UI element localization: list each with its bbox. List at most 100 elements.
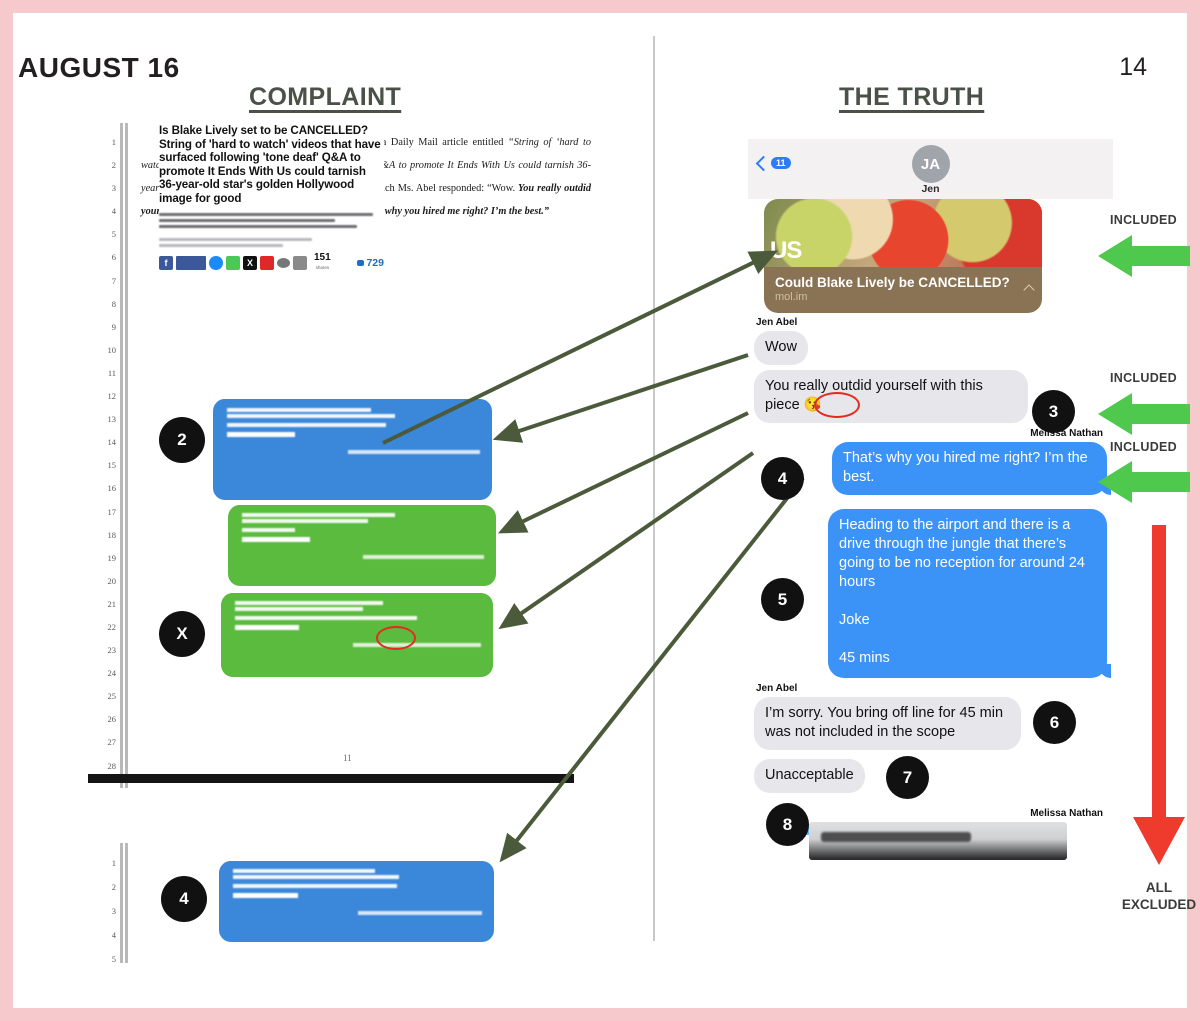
line-number: 24	[107, 668, 117, 679]
slide-number: 14	[1119, 53, 1147, 81]
x-twitter-icon[interactable]: X	[243, 255, 257, 270]
email-screenshot-green-2	[221, 593, 493, 677]
sender-label-jen-abel: Jen Abel	[756, 683, 798, 694]
included-label-2: INCLUDED	[1110, 371, 1177, 385]
line-number: 2	[111, 160, 116, 171]
line-number: 19	[107, 552, 117, 563]
photo-attachment[interactable]	[809, 822, 1067, 860]
line-number: 3	[111, 906, 116, 916]
contact-name: Jen	[921, 183, 940, 195]
article-headline: Is Blake Lively set to be CANCELLED? Str…	[159, 124, 381, 205]
link-preview-card[interactable]: US Could Blake Lively be CANCELLED? mol.…	[764, 199, 1042, 313]
marker-4-page2: 4	[161, 876, 207, 922]
marker-5: 5	[761, 578, 804, 621]
share-count-label: shares	[315, 264, 330, 270]
link-preview-domain: mol.im	[775, 291, 808, 303]
line-number: 18	[107, 529, 117, 540]
messenger-icon[interactable]	[209, 255, 223, 270]
excluded-label-line2: EXCLUDED	[1121, 897, 1197, 912]
daily-mail-article-clip: Is Blake Lively set to be CANCELLED? Str…	[159, 120, 384, 273]
excluded-label-line1: ALL	[1145, 880, 1173, 895]
comment-bubble-icon	[357, 259, 365, 266]
flipboard-icon[interactable]	[260, 255, 274, 270]
document-margin-rule	[125, 123, 128, 788]
message-text: 45 mins	[839, 650, 890, 666]
email-screenshot-green-1	[228, 505, 496, 586]
message-bubble: You really outdid yourself with this pie…	[754, 370, 1028, 423]
line-number: 25	[107, 691, 117, 702]
message-bubble: Wow	[754, 331, 808, 365]
document-margin-rule	[120, 123, 123, 788]
avatar[interactable]: JA	[911, 145, 950, 183]
message-bubble: Heading to the airport and there is a dr…	[828, 509, 1111, 678]
marker-4: 4	[761, 457, 804, 500]
excluded-label: ALL EXCLUDED	[1110, 879, 1200, 913]
included-arrow-2	[1098, 393, 1190, 435]
share-count-value: 151	[314, 251, 331, 263]
message-text: Heading to the airport and there is a dr…	[839, 517, 1085, 590]
unread-badge: 11	[771, 157, 791, 169]
marker-x: X	[159, 611, 205, 657]
line-number: 14	[107, 437, 117, 448]
share-count: 151 shares	[314, 251, 331, 273]
message-text: You really outdid yourself with this pie…	[765, 378, 983, 413]
whatsapp-icon[interactable]	[226, 255, 240, 270]
line-number: 5	[111, 229, 116, 240]
line-number: 4	[111, 206, 116, 217]
line-number: 27	[107, 737, 117, 748]
message-bubble: Unacceptable	[754, 759, 865, 793]
line-number: 5	[111, 954, 116, 964]
excluded-arrow	[1133, 525, 1185, 865]
line-number: 8	[111, 298, 116, 309]
line-number: 3	[111, 183, 116, 194]
line-number: 1	[111, 137, 116, 147]
included-label-1: INCLUDED	[1110, 213, 1177, 227]
share-grid-icon[interactable]	[293, 255, 307, 270]
facebook-icon[interactable]: f	[159, 255, 173, 270]
email-icon[interactable]	[277, 257, 290, 268]
document-margin-rule	[120, 843, 123, 963]
included-arrow-1	[1098, 235, 1190, 277]
chevron-left-icon	[755, 155, 772, 171]
link-preview-title: Could Blake Lively be CANCELLED?	[775, 275, 1010, 290]
line-number: 4	[111, 930, 116, 940]
column-heading-truth: THE TRUTH	[839, 83, 985, 111]
link-preview-image: US	[764, 199, 1042, 267]
page-break-divider	[88, 774, 574, 783]
article-social-share-bar: f X 151 shares 729	[159, 251, 384, 273]
back-button[interactable]: 11	[755, 155, 791, 171]
line-number: 10	[107, 344, 117, 355]
document-line-numbers: 1 2 3 4 5 6 7 8 9 10 11 12 13 14 15 16 17 18 19 20 21 22 23 24 2…	[97, 131, 117, 778]
imessage-header: 11 JA Jen	[748, 139, 1113, 199]
line-number: 11	[107, 367, 116, 378]
line-number: 12	[107, 391, 117, 402]
column-divider	[653, 36, 655, 941]
bubble-tail	[1099, 664, 1111, 678]
message-bubble: I’m sorry. You bring off line for 45 min…	[754, 697, 1021, 750]
marker-8: 8	[766, 803, 809, 846]
comment-count[interactable]: 729	[357, 257, 384, 269]
document-page-number: 11	[343, 753, 352, 763]
marker-7: 7	[886, 756, 929, 799]
marker-3: 3	[1032, 390, 1075, 433]
line-number: 9	[111, 321, 116, 332]
facebook-share-icon[interactable]	[176, 255, 206, 270]
message-text: That’s why you hired me right? I’m the b…	[843, 450, 1088, 485]
line-number: 21	[107, 598, 117, 609]
message-text: Joke	[839, 612, 870, 628]
comment-count-value: 729	[366, 256, 384, 269]
marker-6: 6	[1033, 701, 1076, 744]
slide-canvas: AUGUST 16 14 COMPLAINT THE TRUTH 1234567…	[13, 13, 1196, 1008]
line-number: 1	[111, 858, 116, 868]
link-preview-overlay-text: US	[770, 237, 802, 264]
line-number: 22	[107, 621, 117, 632]
email-screenshot-blue-2	[219, 861, 494, 942]
sender-label-jen-abel: Jen Abel	[756, 317, 798, 328]
email-screenshot-blue-1	[213, 399, 492, 500]
message-bubble: That’s why you hired me right? I’m the b…	[832, 442, 1111, 495]
article-bullet-points	[159, 212, 384, 248]
line-number: 16	[107, 483, 117, 494]
line-number: 26	[107, 714, 117, 725]
line-number: 23	[107, 645, 117, 656]
document-line-numbers: 1 2 3 4 5	[97, 851, 116, 971]
